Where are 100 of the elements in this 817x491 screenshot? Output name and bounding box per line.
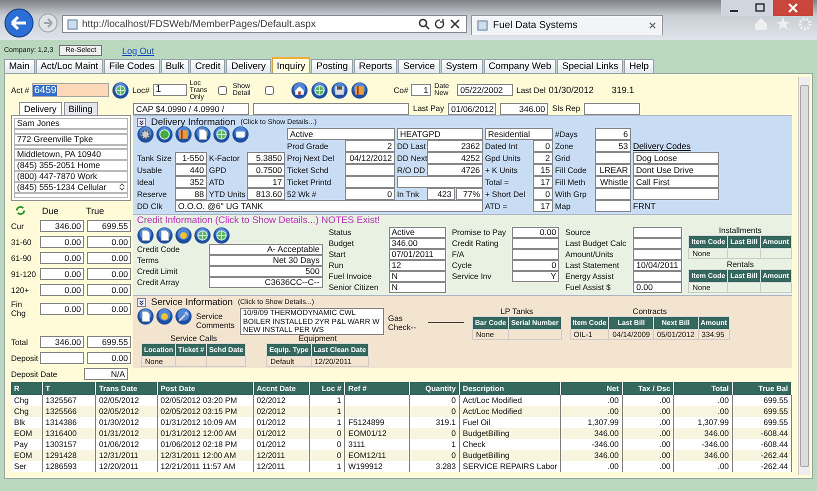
text-field[interactable]: [633, 271, 682, 282]
side-tab[interactable]: Billing: [64, 102, 98, 115]
nav-tab[interactable]: File Codes: [104, 59, 160, 73]
phone-dropdown[interactable]: (845) 555-1234 Cellular: [14, 182, 128, 194]
wrench-icon[interactable]: [175, 308, 192, 325]
text-field[interactable]: [345, 164, 395, 176]
nav-tab[interactable]: System: [440, 59, 483, 73]
checkbox[interactable]: [218, 86, 227, 94]
text-field[interactable]: Y: [512, 271, 560, 282]
text-field[interactable]: [633, 249, 682, 260]
text-field[interactable]: 07/01/2011: [388, 249, 446, 260]
coin-icon[interactable]: [156, 126, 173, 142]
nav-tab[interactable]: Delivery: [226, 59, 271, 73]
page-icon[interactable]: [156, 227, 173, 244]
text-field[interactable]: 352: [175, 176, 207, 188]
text-field[interactable]: Active: [287, 128, 395, 140]
text-field[interactable]: [633, 238, 682, 249]
gear-icon[interactable]: [137, 126, 154, 142]
text-field[interactable]: 10/04/2011: [633, 260, 682, 271]
checkbox[interactable]: [264, 86, 274, 94]
text-field[interactable]: [345, 176, 395, 188]
text-field[interactable]: 0: [345, 188, 395, 200]
nav-tab[interactable]: Reports: [354, 59, 398, 73]
text-field[interactable]: 1-550: [175, 152, 207, 164]
text-field[interactable]: 4252: [427, 152, 483, 164]
sun-icon[interactable]: [175, 227, 192, 244]
section-title[interactable]: Credit Information (Click to Show Details...) NOTES Exist!: [137, 215, 792, 227]
nav-tab[interactable]: Company Web: [484, 59, 556, 73]
text-field[interactable]: 88: [175, 188, 207, 200]
nav-tab[interactable]: Special Links: [557, 59, 624, 73]
globe-icon[interactable]: [194, 227, 211, 244]
address-bar[interactable]: http://localhost/FDSWeb/MemberPages/Default.aspx: [62, 15, 467, 33]
logout-link[interactable]: Log Out: [122, 46, 154, 56]
text-field[interactable]: 2: [533, 152, 553, 164]
text-field[interactable]: 5.3850: [247, 152, 285, 164]
chevron-icon[interactable]: [137, 298, 146, 306]
text-field[interactable]: 2: [345, 140, 395, 152]
text-field[interactable]: 440: [175, 164, 207, 176]
text-field[interactable]: 0.7500: [247, 164, 285, 176]
percent-field[interactable]: 77%: [456, 188, 483, 200]
page-icon[interactable]: [194, 126, 211, 142]
text-field[interactable]: 0.00: [633, 282, 682, 293]
book-icon[interactable]: [175, 126, 192, 142]
card-icon[interactable]: [232, 126, 249, 142]
text-field[interactable]: O.O.O. @6" UG TANK: [175, 200, 483, 212]
text-field[interactable]: 15: [533, 164, 553, 176]
text-field[interactable]: N: [388, 282, 446, 293]
text-field[interactable]: 53: [595, 140, 631, 152]
nav-tab[interactable]: Act/Loc Maint: [36, 59, 104, 73]
text-field[interactable]: A- Acceptable: [209, 244, 323, 255]
text-field[interactable]: Dont Use Drive: [633, 164, 719, 176]
globe-icon[interactable]: [213, 126, 230, 142]
disk-icon[interactable]: [330, 82, 348, 98]
page-icon[interactable]: [137, 308, 154, 325]
text-field[interactable]: 17: [247, 176, 285, 188]
text-field[interactable]: Net 30 Days: [209, 255, 323, 266]
globe-icon[interactable]: [310, 82, 328, 98]
text-field[interactable]: N: [388, 271, 446, 282]
globe-icon[interactable]: [213, 227, 230, 244]
text-field[interactable]: [595, 200, 631, 212]
text-field[interactable]: 12: [388, 260, 446, 271]
text-field[interactable]: [512, 249, 560, 260]
book-icon[interactable]: [350, 82, 368, 98]
date-field[interactable]: 05/22/2002: [457, 84, 514, 96]
text-field[interactable]: HEATGPD: [397, 128, 483, 140]
text-field[interactable]: 813.60: [247, 188, 285, 200]
date-field[interactable]: 01/06/2012: [448, 102, 496, 114]
account-field[interactable]: 6459: [32, 83, 110, 97]
close-icon[interactable]: [648, 21, 657, 30]
text-field[interactable]: 423: [427, 188, 454, 200]
search-icon[interactable]: [418, 18, 462, 30]
text-field[interactable]: 2362: [427, 140, 483, 152]
text-field[interactable]: 6: [595, 128, 631, 140]
section-title[interactable]: Service Information: [151, 296, 233, 308]
chevron-icon[interactable]: [137, 118, 146, 126]
text-field[interactable]: 346.00: [388, 238, 446, 249]
text-field[interactable]: [512, 238, 560, 249]
text-field[interactable]: 0: [533, 188, 553, 200]
sun-icon[interactable]: [156, 308, 173, 325]
text-field[interactable]: [633, 188, 719, 200]
delivery-codes-link[interactable]: Delivery Codes: [633, 141, 719, 151]
nav-tab[interactable]: Credit: [190, 59, 226, 73]
location-field[interactable]: 1: [152, 84, 187, 96]
globe-icon[interactable]: [112, 82, 130, 98]
nav-tab[interactable]: Help: [624, 59, 654, 73]
text-field[interactable]: Active: [388, 227, 446, 238]
nav-tab[interactable]: Inquiry: [272, 57, 310, 73]
house-icon[interactable]: [290, 82, 308, 98]
nav-tab[interactable]: Bulk: [160, 59, 190, 73]
text-field[interactable]: 0: [533, 140, 553, 152]
text-field[interactable]: LREAR: [595, 164, 631, 176]
text-field[interactable]: 04/12/2012: [345, 152, 395, 164]
scrollbar[interactable]: [798, 77, 810, 475]
amount-field[interactable]: 346.00: [500, 102, 548, 114]
text-field[interactable]: 17: [533, 176, 553, 188]
nav-tab[interactable]: Posting: [311, 59, 353, 73]
nav-tab[interactable]: Service: [398, 59, 440, 73]
text-field[interactable]: Residential: [485, 128, 553, 140]
page-icon[interactable]: [137, 227, 154, 244]
text-field[interactable]: [253, 102, 409, 114]
